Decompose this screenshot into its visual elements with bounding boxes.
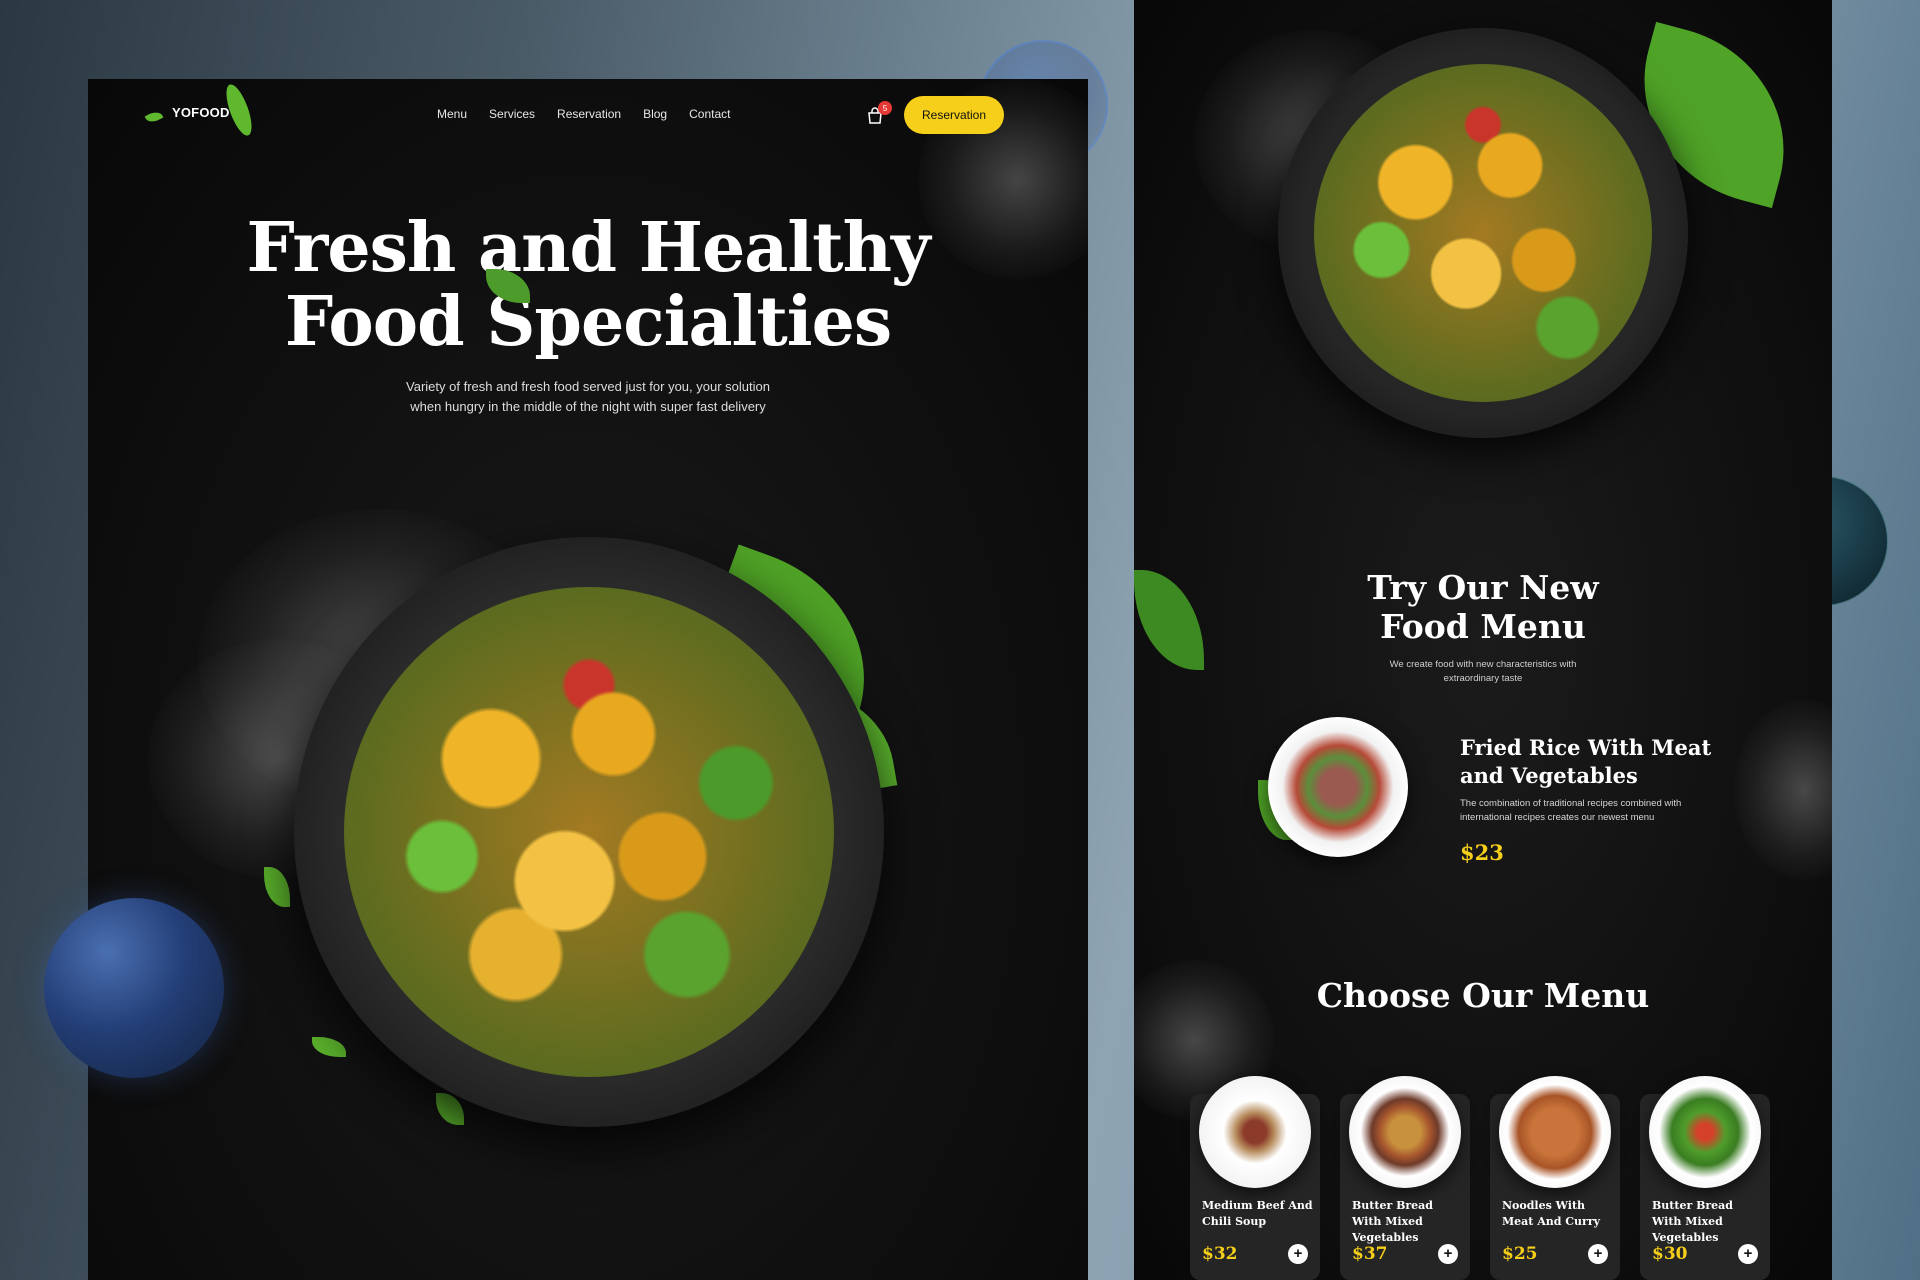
salad-food-image: [1314, 64, 1652, 402]
menu-card-price: $37: [1352, 1244, 1388, 1264]
leaf-icon: [144, 108, 164, 126]
landing-page-hero: YOFOOD Menu Services Reservation Blog Co…: [88, 79, 1088, 1280]
nav-item-blog[interactable]: Blog: [643, 107, 667, 121]
hero-title-line: Food Specialties: [284, 282, 892, 362]
salad-food-image: [344, 587, 834, 1077]
menu-page: Try Our New Food Menu We create food wit…: [1134, 0, 1832, 1280]
brand-logo[interactable]: YOFOOD: [172, 105, 230, 120]
dish-image: [1649, 1076, 1761, 1188]
add-to-cart-button[interactable]: +: [1588, 1244, 1608, 1264]
featured-dish-description: The combination of traditional recipes c…: [1460, 798, 1682, 823]
section-title-line: Try Our New: [1367, 568, 1599, 607]
hero-title: Fresh and Healthy Food Specialties: [88, 211, 1088, 359]
featured-dish-image[interactable]: [1268, 717, 1408, 857]
plus-icon: +: [1593, 1245, 1603, 1262]
choose-menu-title: Choose Our Menu: [1316, 976, 1650, 1015]
nav-item-reservation[interactable]: Reservation: [557, 107, 621, 121]
menu-card[interactable]: Medium Beef And Chili Soup $32 +: [1190, 1076, 1320, 1280]
menu-card-list: Medium Beef And Chili Soup $32 + Butter …: [1190, 1076, 1780, 1280]
add-to-cart-button[interactable]: +: [1738, 1244, 1758, 1264]
nav-menu: Menu Services Reservation Blog Contact: [437, 107, 730, 121]
nav-item-contact[interactable]: Contact: [689, 107, 730, 121]
menu-card-price: $25: [1502, 1244, 1538, 1264]
cart-count-badge: 5: [878, 101, 892, 115]
plus-icon: +: [1743, 1245, 1753, 1262]
nav-item-services[interactable]: Services: [489, 107, 535, 121]
section-title-line: Food Menu: [1380, 607, 1586, 646]
reservation-button[interactable]: Reservation: [904, 96, 1004, 134]
decorative-bubble: [44, 898, 224, 1078]
menu-card-name: Medium Beef And Chili Soup: [1202, 1199, 1313, 1228]
menu-card[interactable]: Noodles With Meat And Curry $25 +: [1490, 1076, 1620, 1280]
hero-subtitle: Variety of fresh and fresh food served j…: [406, 379, 770, 414]
menu-card-name: Butter Bread With Mixed Vegetables: [1352, 1199, 1433, 1244]
menu-card-name: Noodles With Meat And Curry: [1502, 1199, 1601, 1228]
dish-image: [1199, 1076, 1311, 1188]
leaf-icon: [436, 1093, 464, 1125]
featured-dish-price: $23: [1460, 840, 1504, 865]
menu-card-name: Butter Bread With Mixed Vegetables: [1652, 1199, 1733, 1244]
plus-icon: +: [1443, 1245, 1453, 1262]
nav-item-menu[interactable]: Menu: [437, 107, 467, 121]
menu-card-price: $32: [1202, 1244, 1238, 1264]
menu-card[interactable]: Butter Bread With Mixed Vegetables $37 +: [1340, 1076, 1470, 1280]
plus-icon: +: [1293, 1245, 1303, 1262]
dish-image: [1499, 1076, 1611, 1188]
try-menu-subtitle: We create food with new characteristics …: [1389, 659, 1577, 684]
menu-card[interactable]: Butter Bread With Mixed Vegetables $30 +: [1640, 1076, 1770, 1280]
menu-card-price: $30: [1652, 1244, 1688, 1264]
flour-dust: [1734, 700, 1832, 880]
try-menu-title: Try Our New Food Menu: [1134, 568, 1832, 646]
dish-image: [1349, 1076, 1461, 1188]
add-to-cart-button[interactable]: +: [1438, 1244, 1458, 1264]
leaf-icon: [312, 1037, 346, 1057]
top-navigation: YOFOOD Menu Services Reservation Blog Co…: [88, 79, 1088, 149]
add-to-cart-button[interactable]: +: [1288, 1244, 1308, 1264]
featured-dish-name[interactable]: Fried Rice With Meat and Vegetables: [1460, 734, 1720, 790]
hero-title-line: Fresh and Healthy: [246, 208, 930, 288]
